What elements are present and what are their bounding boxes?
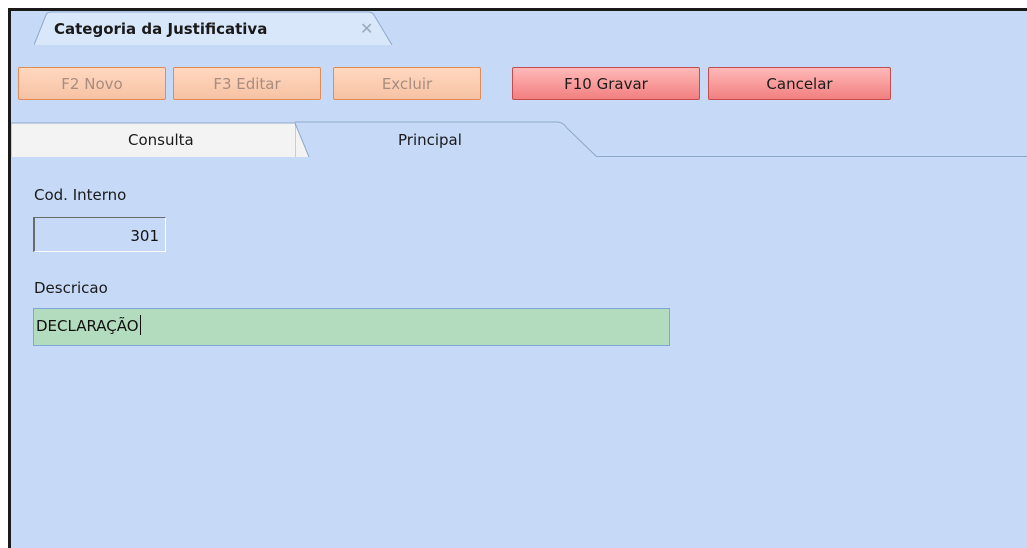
- save-button[interactable]: F10 Gravar: [512, 67, 700, 100]
- description-field[interactable]: DECLARAÇÃO: [33, 308, 670, 346]
- text-caret: [139, 315, 141, 335]
- close-icon[interactable]: ✕: [360, 19, 373, 38]
- tab-principal[interactable]: Principal: [398, 131, 462, 149]
- cancel-button[interactable]: Cancelar: [708, 67, 891, 100]
- code-label: Cod. Interno: [34, 186, 127, 204]
- code-value: 301: [130, 227, 159, 245]
- code-field[interactable]: 301: [33, 217, 166, 252]
- document-tab-title: Categoria da Justificativa: [54, 20, 268, 38]
- delete-button[interactable]: Excluir: [333, 67, 481, 100]
- description-value: DECLARAÇÃO: [36, 317, 139, 335]
- new-button[interactable]: F2 Novo: [18, 67, 166, 100]
- description-label: Descricao: [34, 279, 108, 297]
- tabstrip-baseline: [597, 156, 1027, 157]
- tab-consulta[interactable]: Consulta: [128, 131, 194, 149]
- edit-button[interactable]: F3 Editar: [173, 67, 321, 100]
